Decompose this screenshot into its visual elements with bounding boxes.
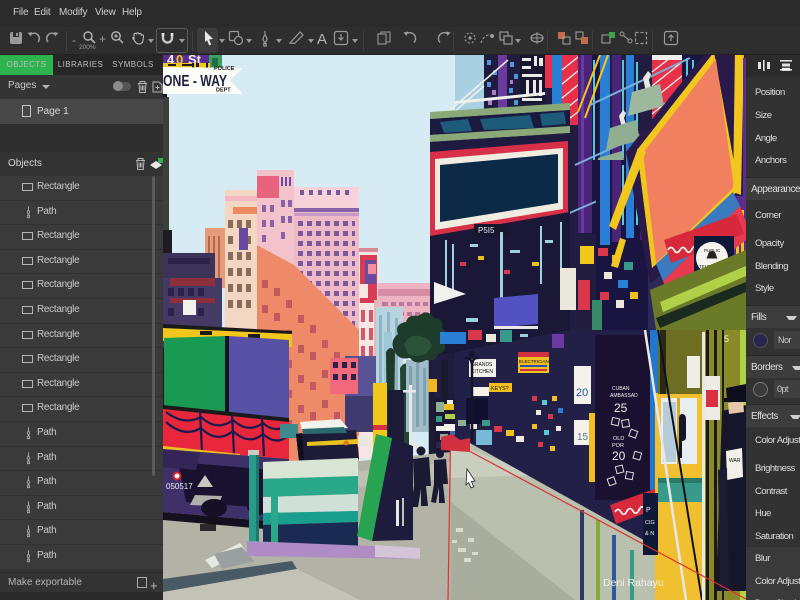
- svg-text:5: 5: [724, 334, 729, 344]
- svg-text:WAR: WAR: [729, 458, 741, 464]
- svg-text:15: 15: [577, 432, 589, 443]
- svg-text:OLD: OLD: [613, 436, 624, 442]
- svg-text:GRANDS: GRANDS: [471, 362, 493, 368]
- svg-text:P5I5: P5I5: [478, 226, 495, 235]
- svg-text:20: 20: [576, 387, 588, 399]
- svg-text:& N: & N: [645, 531, 654, 537]
- svg-text:25: 25: [614, 401, 628, 415]
- svg-text:Deni Rahayu: Deni Rahayu: [603, 577, 664, 589]
- svg-text:P: P: [646, 507, 651, 514]
- svg-text:20: 20: [612, 449, 626, 463]
- svg-text:POLICE: POLICE: [214, 66, 235, 72]
- svg-text:CIG: CIG: [645, 520, 655, 526]
- svg-text:DEPT: DEPT: [216, 88, 231, 94]
- svg-text:AMBASSAD: AMBASSAD: [610, 393, 638, 399]
- svg-text:ELECTRICIAN: ELECTRICIAN: [519, 359, 549, 364]
- svg-text:CUBAN: CUBAN: [612, 386, 630, 392]
- svg-text:KEYS?: KEYS?: [491, 386, 509, 392]
- svg-text:050517: 050517: [166, 482, 193, 491]
- svg-text:KITCHEN: KITCHEN: [471, 369, 493, 375]
